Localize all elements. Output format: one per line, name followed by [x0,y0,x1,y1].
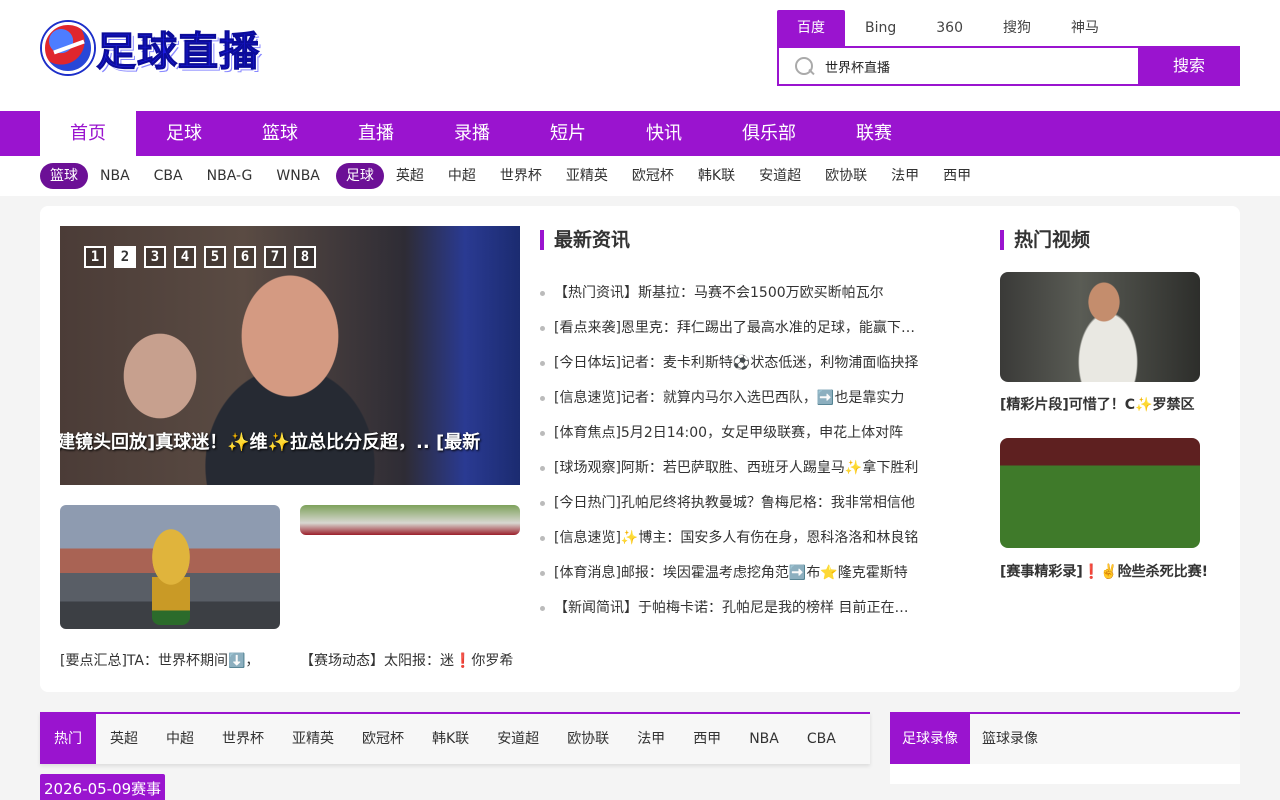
slider-dots: 1 2 3 4 5 6 7 8 [84,246,316,268]
search-engine-tab-baidu[interactable]: 百度 [777,10,845,46]
news-item[interactable]: [今日热门]孔帕尼终将执教曼城？鲁梅尼格：我非常相信他 [540,486,920,521]
news-item[interactable]: [信息速览]✨博主：国安多人有伤在身，恩科洛洛和林良铭 [540,521,920,556]
slider-dot[interactable]: 3 [144,246,166,268]
sub-nav-item[interactable]: NBA-G [195,163,265,189]
sub-nav-item[interactable]: 欧协联 [813,163,879,189]
sub-nav-item[interactable]: NBA [88,163,142,189]
video-thumbnail[interactable] [1000,438,1200,548]
search-engine-tab-shenma[interactable]: 神马 [1051,10,1119,46]
match-date-badge: 2026-05-09赛事 [40,774,166,800]
nav-football[interactable]: 足球 [136,111,232,156]
thumbnail-caption[interactable]: 【赛场动态】太阳报：迷❗你罗希 [300,650,520,670]
nav-clubs[interactable]: 俱乐部 [712,111,826,156]
nav-home[interactable]: 首页 [40,111,136,156]
sub-nav-football-label[interactable]: 足球 [335,163,384,189]
nav-basketball[interactable]: 篮球 [232,111,328,156]
slider-dot[interactable]: 7 [264,246,286,268]
replay-tab-basketball[interactable]: 篮球录像 [970,714,1050,764]
search-engine-tab-360[interactable]: 360 [916,10,983,46]
news-item[interactable]: [今日体坛]记者：麦卡利斯特⚽状态低迷，利物浦面临抉择 [540,346,920,381]
slider-dot[interactable]: 1 [84,246,106,268]
sub-nav-item[interactable]: 安道超 [747,163,813,189]
match-tab[interactable]: CBA [793,714,850,764]
match-tab[interactable]: 世界杯 [208,714,278,764]
video-thumbnail[interactable] [1000,272,1200,382]
search-icon [779,48,825,84]
video-caption[interactable]: [精彩片段]可惜了！C✨罗禁区 [1000,394,1220,414]
search-input[interactable] [825,48,1138,84]
nav-shorts[interactable]: 短片 [520,111,616,156]
site-logo[interactable]: 足球直播 [42,20,260,76]
replay-tab-football[interactable]: 足球录像 [890,714,970,764]
football-logo-icon [42,22,94,74]
search-engine-tab-bing[interactable]: Bing [845,10,916,46]
slider-dot[interactable]: 6 [234,246,256,268]
slider-dot-active[interactable]: 2 [114,246,136,268]
match-tab[interactable]: 亚精英 [278,714,348,764]
slider-dot[interactable]: 5 [204,246,226,268]
search-box: 搜索 [777,46,1240,86]
slider-dot[interactable]: 4 [174,246,196,268]
match-tab[interactable]: 英超 [96,714,152,764]
sub-nav-basketball-label[interactable]: 篮球 [40,163,88,189]
logo-text: 足球直播 [96,28,260,76]
slider-dot[interactable]: 8 [294,246,316,268]
video-caption[interactable]: [赛事精彩录]❗✌️险些杀死比赛! [1000,561,1220,581]
nav-flash-news[interactable]: 快讯 [616,111,712,156]
nav-leagues[interactable]: 联赛 [826,111,922,156]
main-nav: 首页 足球 篮球 直播 录播 短片 快讯 俱乐部 联赛 [0,111,1280,156]
news-item[interactable]: 【新闻简讯】于帕梅卡诺：孔帕尼是我的榜样 目前正在学习 [540,591,920,626]
news-item[interactable]: 【热门资讯】斯基拉：马赛不会1500万欧买断帕瓦尔 [540,276,920,311]
sub-nav-item[interactable]: 韩K联 [686,163,747,189]
sub-nav-item[interactable]: 世界杯 [488,163,554,189]
search-engine-tabs: 百度 Bing 360 搜狗 神马 [777,10,1119,46]
sub-nav-item[interactable]: 中超 [436,163,488,189]
image-slider[interactable]: 1 2 3 4 5 6 7 8 建镜头回放]真球迷！✨维✨拉总比分反超，.. [… [60,226,520,485]
news-item[interactable]: [体育消息]邮报：埃因霍温考虑挖角范➡️布⭐隆克霍斯特 [540,556,920,591]
sub-nav-item[interactable]: 欧冠杯 [620,163,686,189]
news-item[interactable]: [体育焦点]5月2日14:00，女足甲级联赛，申花上体对阵 [540,416,920,451]
nav-replay[interactable]: 录播 [424,111,520,156]
thumbnail-caption[interactable]: [要点汇总]TA：世界杯期间⬇️， [60,650,280,670]
match-tab[interactable]: 欧冠杯 [348,714,418,764]
news-item[interactable]: [看点来袭]恩里克：拜仁踢出了最高水准的足球，能赢下比赛 [540,311,920,346]
search-button[interactable]: 搜索 [1138,46,1240,86]
news-thumbnail-match[interactable] [300,505,520,535]
match-tab-hot[interactable]: 热门 [40,714,96,764]
hot-videos-title: 热门视频 [1000,229,1090,251]
news-thumbnail-worldcup[interactable] [60,505,280,629]
sub-nav-item[interactable]: 亚精英 [554,163,620,189]
sub-nav-item[interactable]: CBA [142,163,195,189]
search-engine-tab-sogou[interactable]: 搜狗 [983,10,1051,46]
content-card: 1 2 3 4 5 6 7 8 建镜头回放]真球迷！✨维✨拉总比分反超，.. [… [40,206,1240,692]
slider-caption[interactable]: 建镜头回放]真球迷！✨维✨拉总比分反超，.. [最新 [60,428,520,454]
replay-tabs: 足球录像 篮球录像 [890,712,1240,764]
news-item[interactable]: [球场观察]阿斯：若巴萨取胜、西班牙人踢皇马✨拿下胜利 [540,451,920,486]
sub-nav-item[interactable]: 法甲 [879,163,931,189]
sub-nav-item[interactable]: 英超 [384,163,436,189]
news-item[interactable]: [信息速览]记者：就算内马尔入选巴西队，➡️也是靠实力 [540,381,920,416]
match-tabs: 热门 英超 中超 世界杯 亚精英 欧冠杯 韩K联 安道超 欧协联 法甲 西甲 N… [40,712,870,764]
sub-nav-item[interactable]: WNBA [264,163,332,189]
match-tab[interactable]: 韩K联 [418,714,483,764]
replay-panel [890,764,1240,784]
match-tab[interactable]: 中超 [152,714,208,764]
match-tab[interactable]: NBA [735,714,793,764]
match-tab[interactable]: 安道超 [483,714,553,764]
slider-caption-text: 建镜头回放]真球迷！✨维✨拉总比分反超，.. [最新 [60,432,481,453]
latest-news-title: 最新资讯 [540,229,630,251]
trophy-icon [152,529,190,625]
match-tab[interactable]: 西甲 [679,714,735,764]
sub-nav-item[interactable]: 西甲 [931,163,983,189]
match-tab[interactable]: 欧协联 [553,714,623,764]
sub-nav: 篮球 NBA CBA NBA-G WNBA 足球 英超 中超 世界杯 亚精英 欧… [0,156,1280,196]
match-tab[interactable]: 法甲 [623,714,679,764]
site-header: 足球直播 百度 Bing 360 搜狗 神马 搜索 [0,0,1280,111]
nav-live[interactable]: 直播 [328,111,424,156]
latest-news-list: 【热门资讯】斯基拉：马赛不会1500万欧买断帕瓦尔 [看点来袭]恩里克：拜仁踢出… [540,276,920,626]
